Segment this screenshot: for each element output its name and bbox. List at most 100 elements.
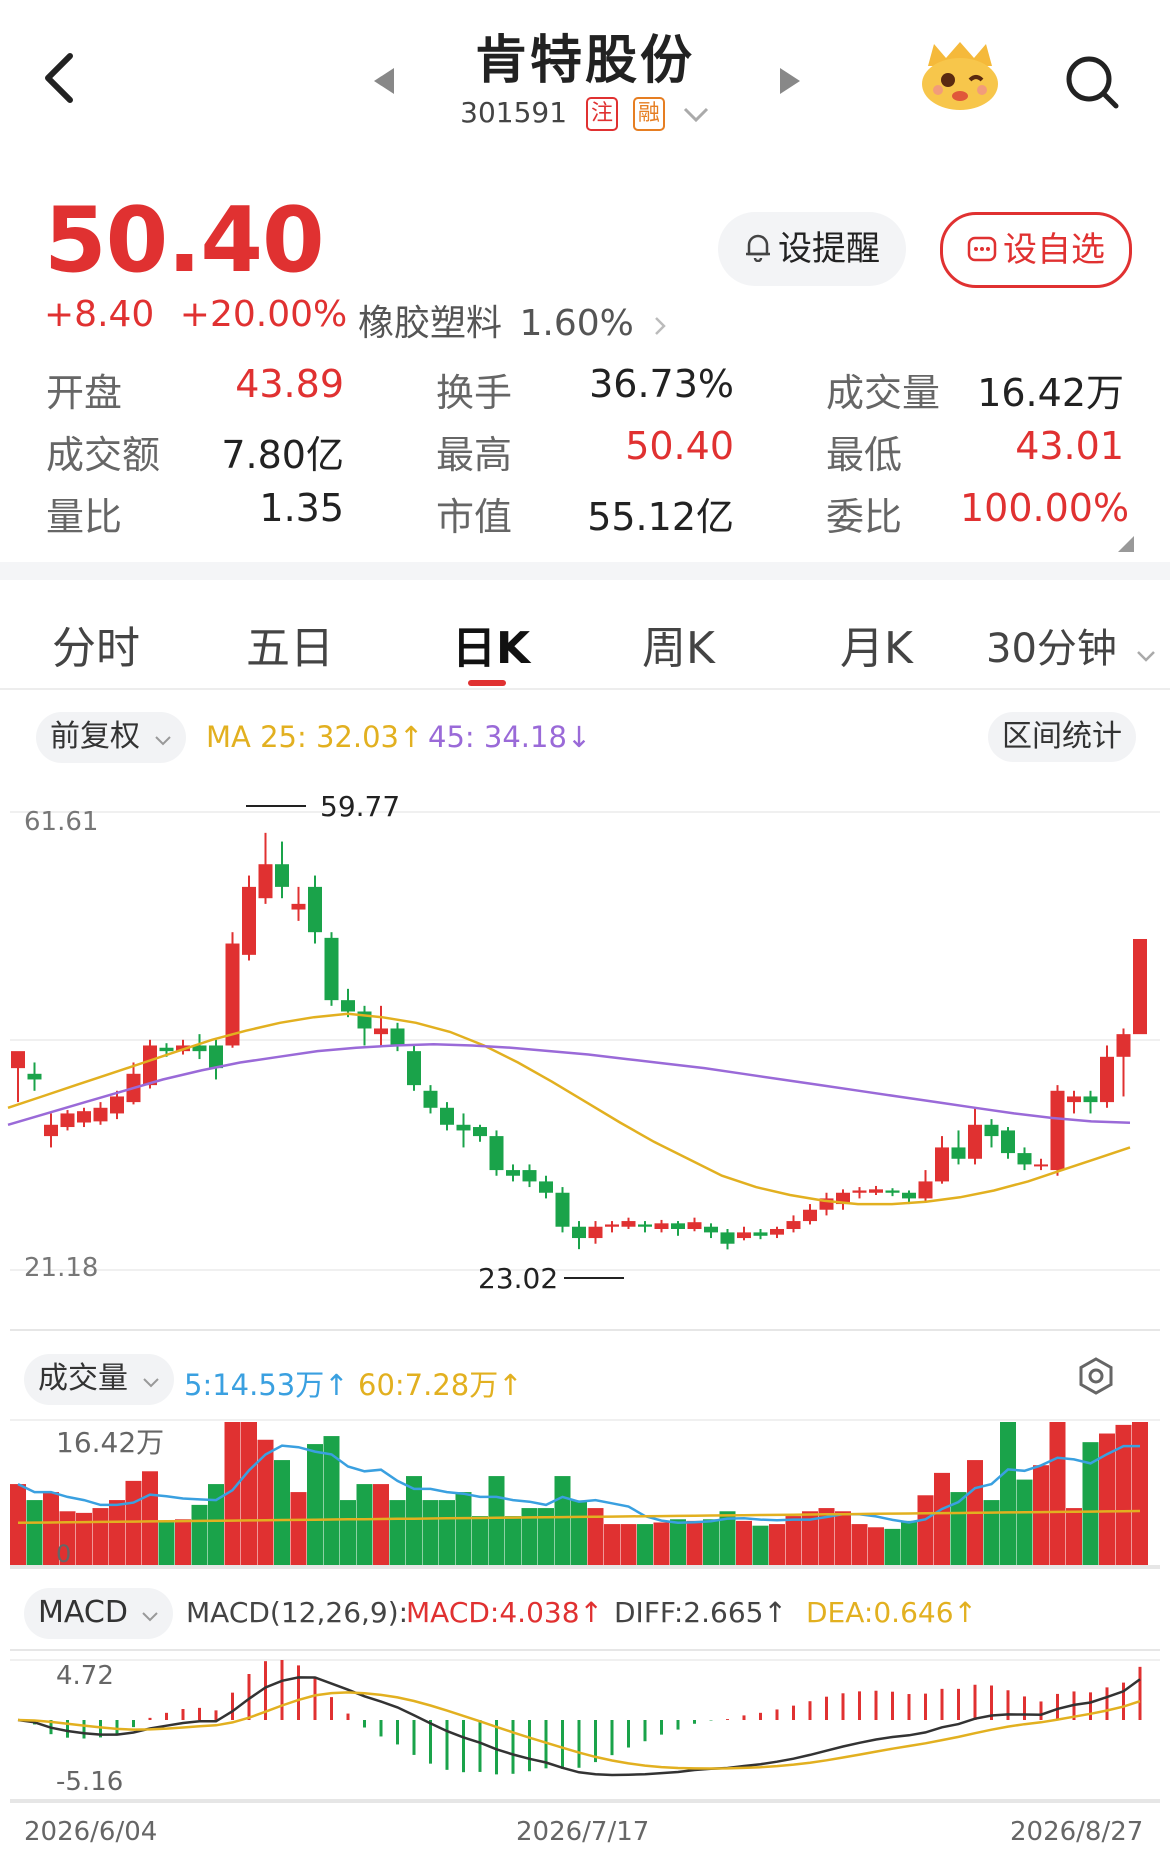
- candle-body: [605, 1224, 619, 1227]
- volume-bar: [472, 1516, 488, 1566]
- candle-body: [1017, 1153, 1032, 1165]
- volume-bar: [290, 1492, 307, 1566]
- section-divider: [0, 562, 1170, 580]
- volume-bar: [752, 1525, 769, 1566]
- stat-label: 成交额: [46, 433, 161, 477]
- candle-body: [968, 1124, 982, 1159]
- candle-body: [1067, 1096, 1081, 1103]
- volume-bar: [1132, 1422, 1148, 1566]
- tab-30min[interactable]: 30分钟: [986, 616, 1156, 674]
- tab-weekly-k[interactable]: 周K: [642, 612, 715, 676]
- candle-body: [902, 1192, 916, 1199]
- candle-body: [885, 1190, 900, 1193]
- add-watchlist-button[interactable]: 设自选: [940, 212, 1132, 288]
- volume-bar: [604, 1524, 620, 1566]
- tab-daily-k[interactable]: 日K: [452, 612, 530, 676]
- candle-body: [720, 1232, 735, 1244]
- volume-ma60-label: 60:7.28万↑: [358, 1368, 523, 1402]
- volume-zero-label: 0: [56, 1540, 71, 1568]
- tab-five-day[interactable]: 五日: [246, 612, 334, 676]
- candle-body: [143, 1045, 157, 1086]
- volume-max-label: 16.42万: [56, 1426, 164, 1459]
- volume-bar: [422, 1500, 439, 1566]
- stat-label: 委比: [826, 495, 903, 539]
- volume-bar: [934, 1472, 950, 1566]
- diff-value: DIFF:2.665↑: [614, 1596, 787, 1629]
- candle-body: [621, 1221, 636, 1227]
- volume-bar: [26, 1500, 43, 1566]
- volume-indicator-selector[interactable]: 成交量: [24, 1354, 174, 1405]
- volume-bar: [1016, 1479, 1033, 1566]
- candle-body: [869, 1189, 883, 1193]
- volume-bar: [505, 1516, 521, 1566]
- adjust-selector[interactable]: 前复权: [36, 712, 186, 763]
- expand-corner-icon[interactable]: [1118, 536, 1134, 556]
- sector-pct: 1.60%: [519, 303, 634, 344]
- macd-indicator-selector[interactable]: MACD: [24, 1588, 174, 1639]
- candle-body: [555, 1192, 570, 1227]
- y-min-label: 21.18: [24, 1253, 98, 1283]
- candle-body: [60, 1113, 75, 1128]
- candle-body: [374, 1028, 388, 1035]
- candle-body: [275, 864, 289, 887]
- candle-body: [984, 1124, 999, 1137]
- volume-bar: [1049, 1422, 1066, 1566]
- macd-selector-label: MACD: [38, 1595, 128, 1630]
- ma25-label: MA 25: 32.03↑: [206, 720, 424, 754]
- candle-body: [786, 1221, 801, 1229]
- volume-bar: [142, 1471, 158, 1566]
- chevron-down-icon: [154, 713, 172, 763]
- stat-value: 50.40: [625, 424, 734, 468]
- candle-body: [704, 1226, 718, 1233]
- tab-30min-label: 30分钟: [986, 626, 1117, 672]
- search-icon[interactable]: [1062, 52, 1122, 116]
- candle-body: [1001, 1130, 1015, 1154]
- candle-body: [44, 1124, 58, 1137]
- volume-macd-chart: 16.42万 0 4.72 -5.16 2026/6/04 2026/7/17 …: [10, 1422, 1160, 1847]
- y-max-label: 61.61: [24, 807, 98, 837]
- volume-bar: [373, 1484, 389, 1566]
- candle-body: [935, 1147, 949, 1182]
- candle-body: [803, 1209, 817, 1222]
- stat-value: 16.42万: [977, 371, 1124, 415]
- volume-bar: [455, 1492, 472, 1566]
- mascot-icon[interactable]: [918, 40, 1002, 112]
- volume-bar: [488, 1476, 505, 1566]
- volume-bar: [868, 1527, 884, 1566]
- candle-body: [1116, 1034, 1131, 1057]
- volume-bar: [554, 1476, 571, 1566]
- candle-body: [572, 1226, 586, 1239]
- adjust-label: 前复权: [50, 719, 140, 754]
- macd-histogram: [33, 1660, 1142, 1775]
- volume-bar: [175, 1519, 191, 1566]
- chevron-down-icon[interactable]: [682, 98, 710, 131]
- settings-icon[interactable]: [1076, 1356, 1116, 1400]
- stat-value: 55.12亿: [587, 495, 734, 539]
- price-change-pct: +20.00%: [179, 294, 348, 335]
- volume-bar: [620, 1524, 637, 1566]
- tab-intraday[interactable]: 分时: [52, 612, 140, 676]
- tab-monthly-k[interactable]: 月K: [840, 612, 913, 676]
- set-alert-button[interactable]: 设提醒: [718, 212, 906, 286]
- volume-bar: [158, 1520, 175, 1566]
- candle-body: [1083, 1096, 1098, 1103]
- sector-link[interactable]: 橡胶塑料 1.60%: [358, 294, 667, 346]
- stat-label: 市值: [436, 495, 513, 539]
- price-change: +8.40: [44, 294, 155, 335]
- volume-bar: [1066, 1508, 1082, 1566]
- candle-body: [341, 1000, 355, 1012]
- volume-bar: [10, 1484, 26, 1566]
- macd-bottom-label: -5.16: [56, 1767, 123, 1797]
- volume-bar: [125, 1480, 142, 1566]
- sector-name: 橡胶塑料: [358, 303, 503, 344]
- stat-value: 36.73%: [589, 362, 734, 406]
- next-stock-icon[interactable]: [778, 66, 802, 100]
- volume-bar: [736, 1520, 752, 1566]
- candle-body: [1100, 1056, 1114, 1103]
- candlestick-series: [11, 832, 1147, 1250]
- date-label-start: 2026/6/04: [24, 1817, 157, 1847]
- range-stats-button[interactable]: 区间统计: [988, 712, 1136, 762]
- chevron-down-icon: [142, 1355, 160, 1405]
- volume-bar: [983, 1500, 1000, 1566]
- volume-bar: [571, 1500, 587, 1566]
